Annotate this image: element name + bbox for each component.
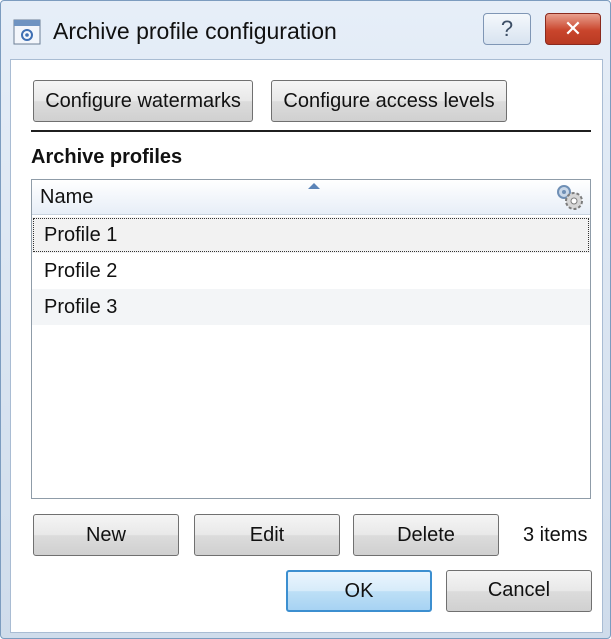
list-item[interactable]: Profile 2 [32, 253, 590, 289]
cancel-button[interactable]: Cancel [446, 570, 592, 612]
configure-access-levels-button[interactable]: Configure access levels [271, 80, 507, 122]
profile-name: Profile 1 [44, 224, 118, 246]
edit-button[interactable]: Edit [194, 514, 340, 556]
item-count: 3 items [523, 524, 588, 546]
list-header: Name [32, 180, 590, 215]
new-button[interactable]: New [33, 514, 179, 556]
ok-button[interactable]: OK [286, 570, 432, 612]
title-bar[interactable]: Archive profile configuration ? ✕ [1, 1, 610, 59]
window-settings-icon [13, 19, 41, 45]
close-button[interactable]: ✕ [545, 13, 601, 45]
archive-profiles-heading: Archive profiles [31, 146, 183, 168]
dialog-window: Archive profile configuration ? ✕ Config… [0, 0, 611, 639]
list-item[interactable]: Profile 3 [32, 289, 590, 325]
list-item[interactable]: Profile 1 [32, 217, 590, 253]
profiles-list[interactable]: Name Profile 1 Profile 2 Profile 3 [31, 179, 591, 499]
delete-button[interactable]: Delete [353, 514, 499, 556]
help-button[interactable]: ? [483, 13, 531, 45]
gear-icon[interactable] [555, 183, 585, 211]
divider [31, 130, 591, 132]
profile-name: Profile 2 [44, 260, 118, 282]
profile-name: Profile 3 [44, 296, 118, 318]
configure-watermarks-button[interactable]: Configure watermarks [33, 80, 253, 122]
sort-ascending-icon [308, 183, 320, 189]
dialog-body: Configure watermarks Configure access le… [10, 59, 603, 633]
column-header-name[interactable]: Name [40, 186, 93, 209]
window-title: Archive profile configuration [53, 18, 337, 44]
